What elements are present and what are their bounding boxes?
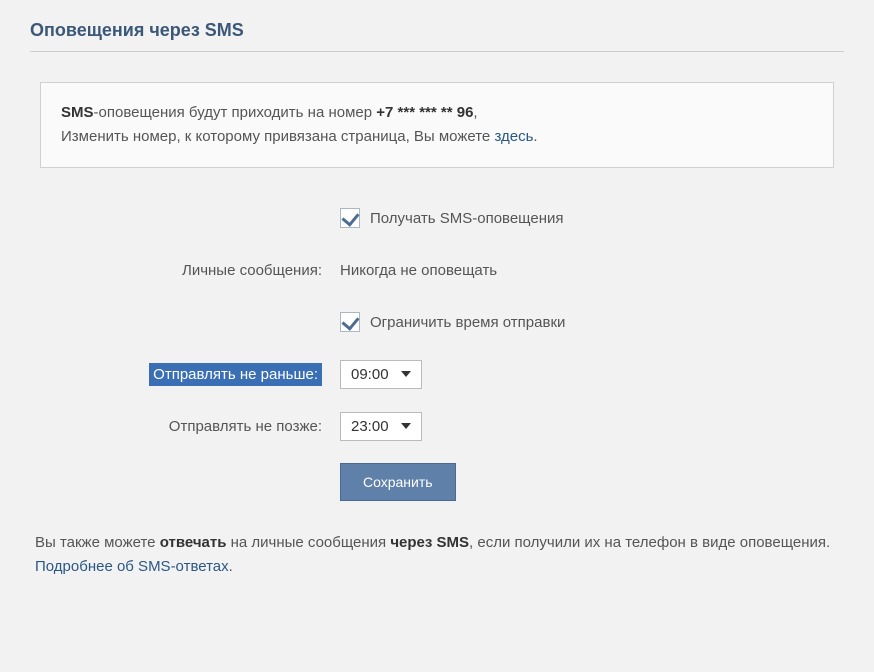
footer-bold2: через SMS — [390, 534, 469, 551]
receive-sms-label: Получать SMS-оповещения — [370, 210, 563, 227]
private-messages-value[interactable]: Никогда не оповещать — [340, 262, 497, 279]
settings-form: Получать SMS-оповещения Личные сообщения… — [50, 203, 844, 501]
row-save: Сохранить — [50, 463, 844, 501]
send-not-after-dropdown[interactable]: 23:00 — [340, 412, 422, 441]
private-messages-label: Личные сообщения: — [50, 262, 340, 279]
section-title: Оповещения через SMS — [30, 20, 844, 52]
footer-end: . — [229, 558, 233, 575]
info-line1-rest: -оповещения будут приходить на номер — [94, 104, 377, 121]
change-number-link[interactable]: здесь — [494, 128, 533, 145]
limit-time-label: Ограничить время отправки — [370, 314, 565, 331]
send-not-before-dropdown[interactable]: 09:00 — [340, 360, 422, 389]
send-not-before-label: Отправлять не раньше: — [149, 363, 322, 386]
send-not-after-label: Отправлять не позже: — [50, 418, 340, 435]
footer-part3: , если получили их на телефон в виде опо… — [469, 534, 830, 551]
footer-part1: Вы также можете — [35, 534, 160, 551]
info-box: SMS-оповещения будут приходить на номер … — [40, 82, 834, 168]
phone-number: +7 *** *** ** 96 — [376, 104, 473, 121]
footer-bold1: отвечать — [160, 534, 227, 551]
receive-sms-checkbox[interactable] — [340, 208, 360, 228]
row-private-messages: Личные сообщения: Никогда не оповещать — [50, 255, 844, 285]
row-receive-sms: Получать SMS-оповещения — [50, 203, 844, 233]
info-line2-start: Изменить номер, к которому привязана стр… — [61, 128, 494, 145]
send-not-after-value: 23:00 — [351, 418, 389, 435]
info-line1-end: , — [473, 104, 477, 121]
send-not-before-value: 09:00 — [351, 366, 389, 383]
chevron-down-icon — [401, 371, 411, 377]
footer-part2: на личные сообщения — [226, 534, 390, 551]
save-button[interactable]: Сохранить — [340, 463, 456, 501]
row-send-not-after: Отправлять не позже: 23:00 — [50, 411, 844, 441]
sms-replies-link[interactable]: Подробнее об SMS-ответах — [35, 558, 229, 575]
chevron-down-icon — [401, 423, 411, 429]
row-limit-time: Ограничить время отправки — [50, 307, 844, 337]
limit-time-checkbox[interactable] — [340, 312, 360, 332]
info-sms-bold: SMS — [61, 104, 94, 121]
row-send-not-before: Отправлять не раньше: 09:00 — [50, 359, 844, 389]
footer-note: Вы также можете отвечать на личные сообщ… — [30, 531, 844, 579]
info-line2-end: . — [533, 128, 537, 145]
